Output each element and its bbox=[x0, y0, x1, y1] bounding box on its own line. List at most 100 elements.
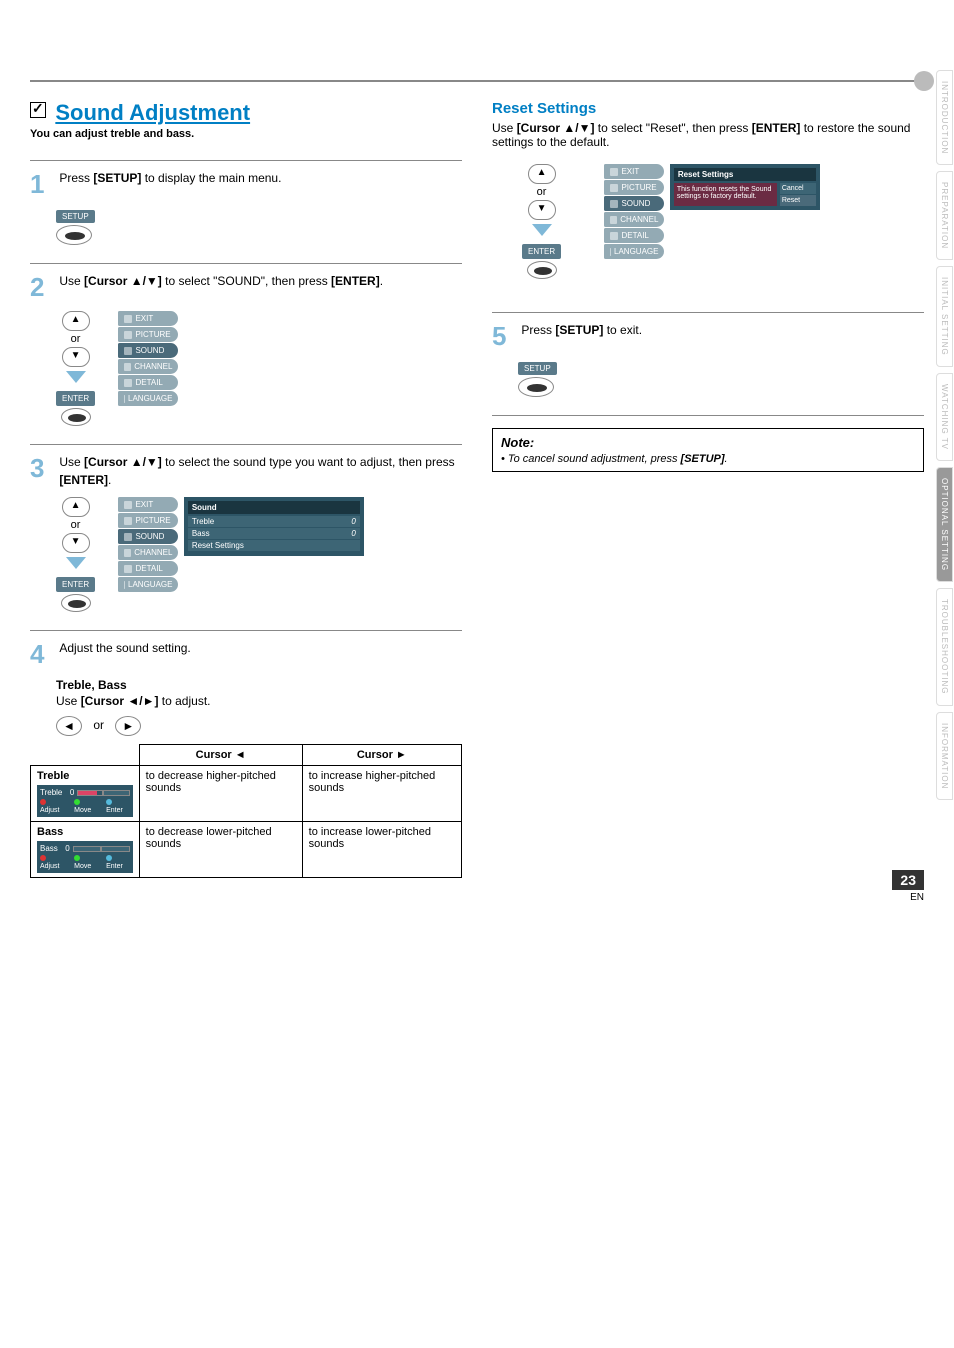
flow-arrow-icon bbox=[532, 224, 552, 236]
osd-main-menu: EXIT PICTURE SOUND CHANNEL DETAIL LANGUA… bbox=[118, 311, 178, 407]
button-icon bbox=[518, 377, 554, 397]
osd-item: EXIT bbox=[118, 497, 178, 512]
osd-row: Treble0 bbox=[188, 516, 360, 527]
osd-item: PICTURE bbox=[118, 513, 178, 528]
flow-arrow-icon bbox=[66, 371, 86, 383]
button-icon bbox=[61, 594, 91, 612]
reset-text: to select "Reset", then press bbox=[594, 121, 751, 135]
osd-item: DETAIL bbox=[604, 228, 664, 243]
osd-item: CHANNEL bbox=[604, 212, 664, 227]
reset-option: Reset bbox=[780, 195, 816, 206]
step-number: 2 bbox=[30, 272, 56, 303]
step-5: 5 Press [SETUP] to exit. SETUP bbox=[492, 321, 924, 400]
step-text: Press bbox=[59, 171, 93, 185]
note-text: . bbox=[725, 453, 728, 465]
left-arrow-icon: ◄ bbox=[56, 716, 82, 736]
tab-information[interactable]: INFORMATION bbox=[936, 712, 953, 800]
cursor-nav-graphic: ▲ or ▼ ENTER bbox=[56, 311, 95, 429]
step-text: to display the main menu. bbox=[141, 171, 281, 185]
osd-reset-panel: Reset Settings This function resets the … bbox=[670, 164, 820, 210]
osd-item: CHANNEL bbox=[118, 359, 178, 374]
osd-item: PICTURE bbox=[118, 327, 178, 342]
step-text: Use bbox=[59, 455, 84, 469]
or-label: or bbox=[56, 519, 95, 531]
down-arrow-icon: ▼ bbox=[62, 533, 90, 553]
reset-text: Use bbox=[492, 121, 517, 135]
step-2: 2 Use [Cursor ▲/▼] to select "SOUND", th… bbox=[30, 272, 462, 429]
bass-slider-graphic: Bass 0 AdjustMoveEnter bbox=[37, 841, 133, 873]
right-arrow-icon: ► bbox=[115, 716, 141, 736]
note-title: Note: bbox=[501, 435, 915, 450]
section-desc: You can adjust treble and bass. bbox=[30, 128, 462, 140]
osd-item: DETAIL bbox=[118, 375, 178, 390]
tab-introduction[interactable]: INTRODUCTION bbox=[936, 70, 953, 165]
cursor-nav-graphic: ▲ or ▼ ENTER bbox=[56, 497, 95, 615]
step-text: Use bbox=[59, 274, 84, 288]
down-arrow-icon: ▼ bbox=[62, 347, 90, 367]
tab-optional-setting[interactable]: OPTIONAL SETTING bbox=[936, 467, 953, 582]
osd-main-menu: EXIT PICTURE SOUND CHANNEL DETAIL LANGUA… bbox=[604, 164, 664, 260]
osd-row: Reset Settings bbox=[188, 540, 360, 551]
step-number: 3 bbox=[30, 453, 56, 484]
note-box: Note: • To cancel sound adjustment, pres… bbox=[492, 428, 924, 472]
cancel-option: Cancel bbox=[780, 183, 816, 194]
step-number: 1 bbox=[30, 169, 56, 200]
up-arrow-icon: ▲ bbox=[528, 164, 556, 184]
osd-sound-panel: Sound Treble0 Bass0 Reset Settings bbox=[184, 497, 364, 556]
setup-key: [SETUP] bbox=[93, 171, 141, 185]
side-tabs: INTRODUCTION PREPARATION INITIAL SETTING… bbox=[936, 70, 954, 806]
or-label: or bbox=[56, 333, 95, 345]
tab-troubleshooting[interactable]: TROUBLESHOOTING bbox=[936, 588, 953, 705]
osd-row: Bass0 bbox=[188, 528, 360, 539]
step-text: . bbox=[108, 473, 111, 487]
page-number: 23 EN bbox=[892, 870, 924, 903]
step-3: 3 Use [Cursor ▲/▼] to select the sound t… bbox=[30, 453, 462, 615]
osd-item: DETAIL bbox=[118, 561, 178, 576]
tab-preparation[interactable]: PREPARATION bbox=[936, 171, 953, 260]
page-lang: EN bbox=[892, 892, 924, 903]
cursor-key: [Cursor ▲/▼] bbox=[84, 455, 162, 469]
osd-item: LANGUAGE bbox=[118, 391, 178, 406]
reset-msg: This function resets the Sound bbox=[677, 186, 774, 193]
enter-button-graphic: ENTER bbox=[522, 244, 561, 259]
cursor-key: [Cursor ▲/▼] bbox=[84, 274, 162, 288]
osd-panel-title: Sound bbox=[188, 501, 360, 514]
col-header: Cursor ► bbox=[302, 745, 461, 766]
setup-key: [SETUP] bbox=[681, 453, 725, 465]
osd-item: PICTURE bbox=[604, 180, 664, 195]
button-icon bbox=[527, 261, 557, 279]
page-num-value: 23 bbox=[892, 870, 924, 890]
osd-item: EXIT bbox=[604, 164, 664, 179]
step-1: 1 Press [SETUP] to display the main menu… bbox=[30, 169, 462, 248]
enter-key: [ENTER] bbox=[59, 473, 108, 487]
button-icon bbox=[61, 408, 91, 426]
osd-panel-title: Reset Settings bbox=[674, 168, 816, 181]
top-rule bbox=[30, 80, 924, 82]
tab-watching-tv[interactable]: WATCHING TV bbox=[936, 373, 953, 461]
col-header: Cursor ◄ bbox=[139, 745, 302, 766]
cursor-lr-key: [Cursor ◄/►] bbox=[81, 694, 159, 708]
treble-bass-heading: Treble, Bass bbox=[56, 678, 462, 692]
osd-item-selected: SOUND bbox=[118, 529, 178, 544]
osd-item: LANGUAGE bbox=[118, 577, 178, 592]
step-text: . bbox=[380, 274, 383, 288]
section-title: Sound Adjustment bbox=[55, 100, 250, 126]
tab-initial-setting[interactable]: INITIAL SETTING bbox=[936, 266, 953, 367]
osd-item: CHANNEL bbox=[118, 545, 178, 560]
enter-button-graphic: ENTER bbox=[56, 391, 95, 406]
step-4: 4 Adjust the sound setting. Treble, Bass… bbox=[30, 639, 462, 878]
enter-button-graphic: ENTER bbox=[56, 577, 95, 592]
table-row: Treble Treble 0 AdjustMoveEnter to decre… bbox=[31, 766, 462, 822]
step-text: Press bbox=[521, 323, 555, 337]
flow-arrow-icon bbox=[66, 557, 86, 569]
row-name: Treble bbox=[37, 770, 69, 782]
up-arrow-icon: ▲ bbox=[62, 497, 90, 517]
row-name: Bass bbox=[37, 826, 63, 838]
setup-button-graphic: SETUP bbox=[56, 210, 95, 223]
treble-slider-graphic: Treble 0 AdjustMoveEnter bbox=[37, 785, 133, 817]
enter-key: [ENTER] bbox=[331, 274, 380, 288]
step-text: to select "SOUND", then press bbox=[162, 274, 331, 288]
table-row: Bass Bass 0 AdjustMoveEnter to decrease … bbox=[31, 822, 462, 878]
right-column: Reset Settings Use [Cursor ▲/▼] to selec… bbox=[492, 100, 924, 893]
instruction: Use bbox=[56, 694, 81, 708]
